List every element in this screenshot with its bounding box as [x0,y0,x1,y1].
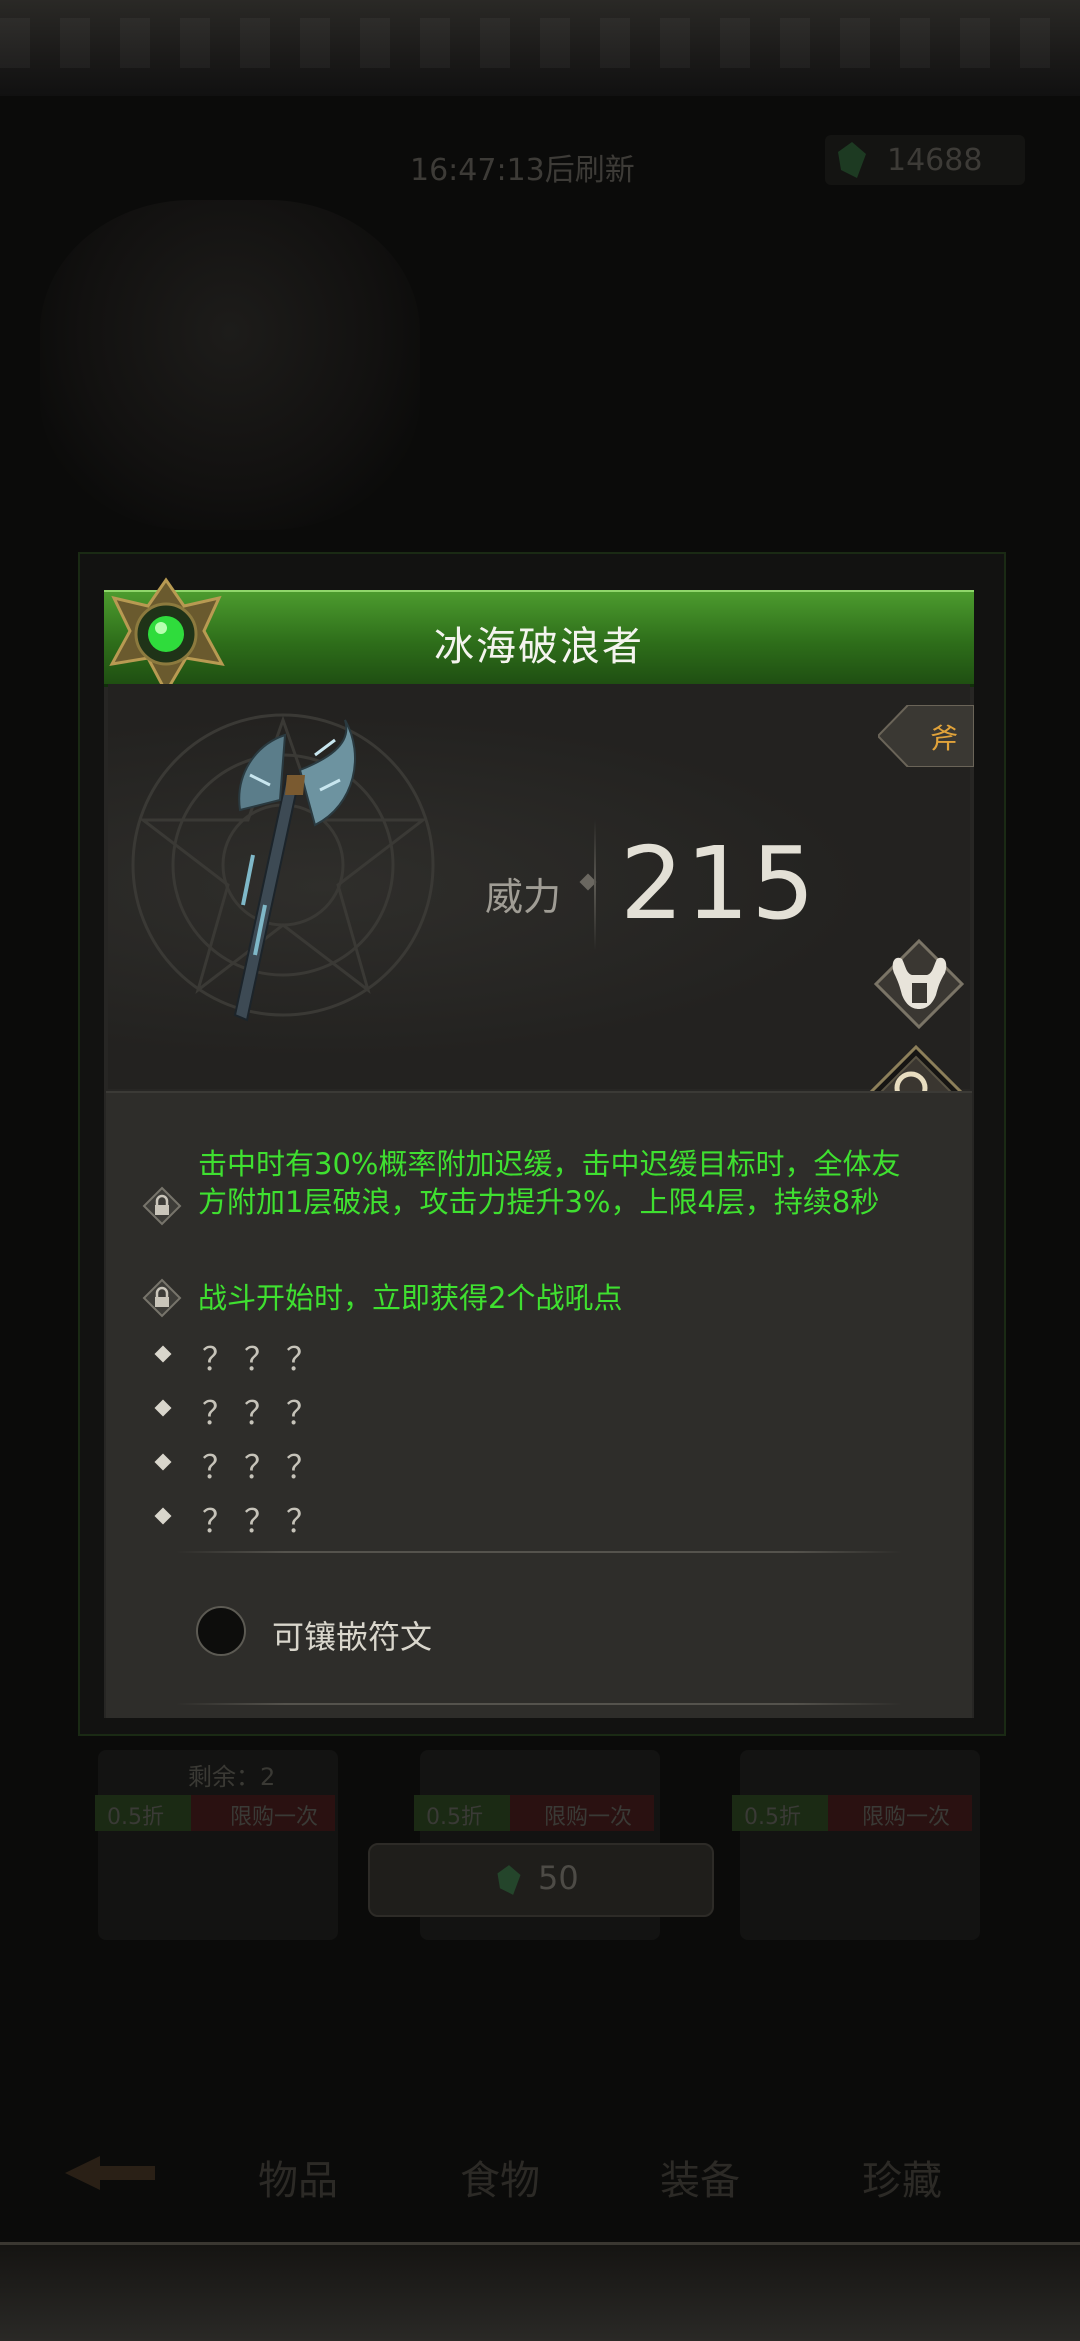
shop-item-tag: 0.5折 限购一次 [414,1795,654,1831]
buy-button[interactable]: 50 [368,1843,714,1917]
lock-icon [142,1278,182,1318]
emblem-icon [109,577,225,696]
discount-label: 0.5折 [107,1805,164,1830]
shop-item-tag: 0.5折 限购一次 [732,1795,972,1831]
section-divider [176,1551,902,1553]
tab-equipment[interactable]: 装备 [660,2148,740,2206]
hidden-skill-text: ？？？ [202,1394,329,1432]
remaining-count: 剩余：2 [188,1763,276,1791]
currency-amount: 14688 [887,143,983,178]
tab-items[interactable]: 物品 [258,2148,338,2206]
limit-label: 限购一次 [230,1805,319,1830]
section-divider [176,1703,902,1705]
gem-icon [838,142,866,178]
item-type-tag [878,705,974,767]
power-value: 215 [620,825,817,942]
axe-icon [233,719,356,1022]
lock-icon [142,1186,182,1226]
shop-item-card[interactable] [740,1750,980,1940]
limit-label: 限购一次 [862,1805,951,1830]
hidden-skill-text: ？？？ [202,1502,329,1540]
limit-label: 限购一次 [544,1805,633,1830]
rune-label: 可镶嵌符文 [272,1618,433,1656]
back-arrow-icon[interactable] [60,2148,160,2198]
merchant-portrait [40,200,420,530]
bottom-frame [0,2242,1080,2341]
skill-description: 击中时有30%概率附加迟缓，击中迟缓目标时，全体友方附加1层破浪，攻击力提升3%… [198,1147,901,1219]
item-name: 冰海破浪者 [434,624,644,670]
rune-socket-checkbox[interactable] [196,1606,246,1656]
item-type-label: 斧 [930,722,959,755]
hidden-skill-text: ？？？ [202,1340,329,1378]
power-label: 威力 [485,875,562,919]
skill-description: 战斗开始时，立即获得2个战吼点 [198,1281,623,1315]
power-divider [594,820,596,950]
discount-label: 0.5折 [426,1805,483,1830]
faction-helmet-icon[interactable] [872,937,967,1032]
shop-item-tag: 0.5折 限购一次 [95,1795,335,1831]
gem-icon [497,1865,521,1895]
currency-display: 14688 [825,135,1025,185]
tab-collection[interactable]: 珍藏 [862,2148,942,2206]
modal-title-bar: 冰海破浪者 [104,590,974,687]
hidden-skill-text: ？？？ [202,1448,329,1486]
discount-label: 0.5折 [744,1805,801,1830]
tab-food[interactable]: 食物 [460,2148,540,2206]
price-label: 50 [538,1859,579,1897]
top-frame [0,0,1080,99]
refresh-timer: 16:47:13后刷新 [410,153,635,188]
